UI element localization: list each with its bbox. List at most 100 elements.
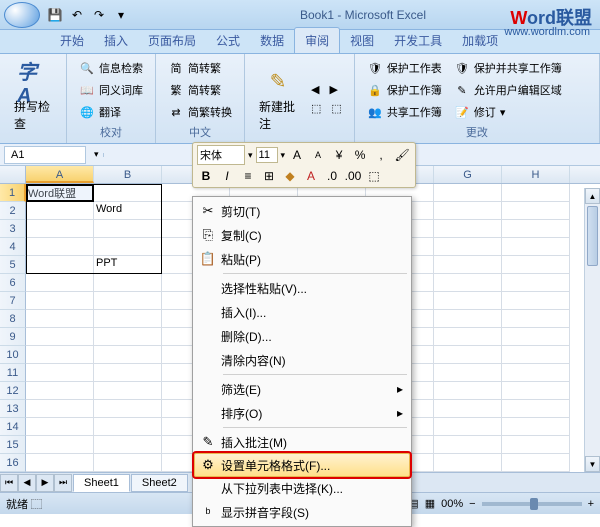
cell[interactable] [26, 310, 94, 328]
sheet-first-icon[interactable]: ⏮ [0, 474, 18, 492]
show-comment-icon[interactable]: ⬚ [307, 100, 325, 117]
save-icon[interactable]: 💾 [46, 6, 64, 24]
cell[interactable] [502, 364, 570, 382]
menu-item-5[interactable]: 插入(I)... [195, 300, 409, 324]
row-header-13[interactable]: 13 [0, 400, 26, 418]
row-header-1[interactable]: 1 [0, 184, 26, 202]
qat-dropdown-icon[interactable]: ▾ [112, 6, 130, 24]
cell[interactable] [502, 238, 570, 256]
tab-layout[interactable]: 页面布局 [138, 28, 206, 53]
cell[interactable] [26, 436, 94, 454]
row-header-3[interactable]: 3 [0, 220, 26, 238]
merge-icon[interactable]: ⬚ [365, 167, 383, 185]
scroll-down-icon[interactable]: ▼ [585, 456, 600, 472]
sheet-tab-2[interactable]: Sheet2 [131, 474, 188, 492]
comma-icon[interactable]: , [372, 146, 390, 164]
cell[interactable] [434, 184, 502, 202]
cell[interactable] [502, 292, 570, 310]
scroll-up-icon[interactable]: ▲ [585, 188, 600, 204]
scroll-thumb[interactable] [587, 206, 598, 266]
row-header-11[interactable]: 11 [0, 364, 26, 382]
menu-item-13[interactable]: ⚙设置单元格格式(F)... [194, 453, 410, 477]
menu-item-15[interactable]: ᵇ显示拼音字段(S) [195, 500, 409, 524]
cell[interactable] [434, 292, 502, 310]
cell[interactable] [502, 382, 570, 400]
sheet-next-icon[interactable]: ▶ [36, 474, 54, 492]
cell[interactable] [434, 238, 502, 256]
protect-book-button[interactable]: 🔒保护工作簿 [363, 80, 446, 100]
office-button[interactable] [4, 2, 40, 28]
row-header-12[interactable]: 12 [0, 382, 26, 400]
shrink-font-icon[interactable]: A [309, 146, 327, 164]
cell[interactable] [94, 310, 162, 328]
protect-share-button[interactable]: 🛡保护并共享工作簿 [450, 58, 566, 78]
translate-button[interactable]: 🌐翻译 [75, 102, 147, 122]
select-all-corner[interactable] [0, 166, 26, 183]
cell[interactable] [434, 220, 502, 238]
col-header-A[interactable]: A [26, 166, 94, 183]
cell[interactable] [502, 346, 570, 364]
col-header-H[interactable]: H [502, 166, 570, 183]
cell[interactable] [26, 220, 94, 238]
cell[interactable] [26, 418, 94, 436]
tab-dev[interactable]: 开发工具 [384, 28, 452, 53]
row-header-9[interactable]: 9 [0, 328, 26, 346]
menu-item-7[interactable]: 清除内容(N) [195, 348, 409, 372]
row-header-14[interactable]: 14 [0, 418, 26, 436]
row-header-2[interactable]: 2 [0, 202, 26, 220]
cell[interactable] [94, 346, 162, 364]
format-painter-icon[interactable]: 🖌 [393, 146, 411, 164]
cell[interactable] [94, 292, 162, 310]
cell[interactable] [26, 364, 94, 382]
cell[interactable] [94, 328, 162, 346]
cell[interactable] [434, 418, 502, 436]
menu-item-0[interactable]: ✂剪切(T) [195, 199, 409, 223]
sheet-last-icon[interactable]: ⏭ [54, 474, 72, 492]
cell[interactable] [434, 274, 502, 292]
cell[interactable] [434, 346, 502, 364]
row-header-6[interactable]: 6 [0, 274, 26, 292]
allow-edit-button[interactable]: ✎允许用户编辑区域 [450, 80, 566, 100]
zoom-level[interactable]: 00% [441, 498, 463, 510]
undo-icon[interactable]: ↶ [68, 6, 86, 24]
cell[interactable] [502, 184, 570, 202]
border-icon[interactable]: ⊞ [260, 167, 278, 185]
menu-item-10[interactable]: 排序(O)▸ [195, 401, 409, 425]
cell[interactable] [26, 454, 94, 472]
cell[interactable] [502, 454, 570, 472]
cell[interactable] [94, 382, 162, 400]
cell[interactable] [26, 382, 94, 400]
currency-icon[interactable]: ¥ [330, 146, 348, 164]
cell[interactable] [502, 202, 570, 220]
next-comment-icon[interactable]: ▶ [325, 81, 341, 98]
cell[interactable] [434, 436, 502, 454]
row-header-15[interactable]: 15 [0, 436, 26, 454]
cell[interactable] [94, 184, 162, 202]
menu-item-9[interactable]: 筛选(E)▸ [195, 377, 409, 401]
name-box[interactable]: A1 [4, 146, 86, 164]
cell[interactable] [502, 400, 570, 418]
cell[interactable] [26, 238, 94, 256]
cell[interactable] [26, 256, 94, 274]
cell[interactable] [502, 436, 570, 454]
thesaurus-button[interactable]: 📖同义词库 [75, 80, 147, 100]
cell[interactable] [434, 364, 502, 382]
prev-comment-icon[interactable]: ◀ [307, 81, 323, 98]
tab-review[interactable]: 审阅 [294, 27, 340, 53]
row-header-7[interactable]: 7 [0, 292, 26, 310]
cell[interactable]: Word联盟 [26, 184, 94, 202]
cell[interactable] [502, 220, 570, 238]
track-changes-button[interactable]: 📝修订 ▾ [450, 102, 566, 122]
row-header-8[interactable]: 8 [0, 310, 26, 328]
cell[interactable] [502, 310, 570, 328]
cell[interactable] [94, 364, 162, 382]
cell[interactable] [94, 400, 162, 418]
cell[interactable] [502, 256, 570, 274]
cell[interactable] [434, 454, 502, 472]
italic-icon[interactable]: I [218, 167, 236, 185]
simp-trad-button[interactable]: 简简转繁 [164, 58, 236, 78]
cell[interactable]: PPT [94, 256, 162, 274]
research-button[interactable]: 🔍信息检索 [75, 58, 147, 78]
cell[interactable] [94, 238, 162, 256]
row-header-10[interactable]: 10 [0, 346, 26, 364]
